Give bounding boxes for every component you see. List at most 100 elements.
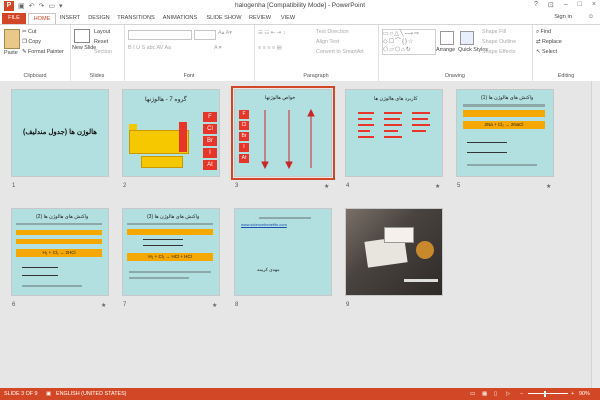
paste-icon[interactable] — [4, 29, 20, 49]
select-button[interactable]: ↖ Select — [536, 49, 557, 55]
font-size-dropdown[interactable] — [194, 30, 216, 40]
periodic-table-group-7 — [179, 122, 187, 152]
shape-outline-button[interactable]: Shape Outline — [482, 39, 516, 45]
font-name-dropdown[interactable] — [128, 30, 192, 40]
ribbon-display-icon[interactable]: ⊡ — [548, 1, 554, 9]
slide-1-title: هالوژن ها (جدول مندلیف) — [23, 129, 97, 136]
tab-animations[interactable]: ANIMATIONS — [161, 13, 199, 24]
tab-slide-show[interactable]: SLIDE SHOW — [206, 13, 242, 24]
slide-thumbnail-7[interactable]: واکنش های هالوژن ها (3) H₂ + Cl₂ → HCl +… — [122, 208, 220, 296]
slide-thumbnail-2[interactable]: گروه 7 - هالوژنها F Cl Br I At — [122, 89, 220, 177]
ribbon: Paste ✂ Cut ❐ Copy ✎ Format Painter Clip… — [0, 24, 600, 82]
tab-view[interactable]: VIEW — [278, 13, 298, 24]
element-box: F — [203, 112, 217, 122]
zoom-out-icon[interactable]: − — [520, 391, 523, 397]
drawing-group-label: Drawing — [445, 73, 465, 79]
align-text-button[interactable]: Align Text — [316, 39, 339, 45]
reset-button[interactable]: Reset — [94, 39, 108, 45]
find-button[interactable]: ⌕ Find — [536, 29, 551, 36]
slide-6-text-line — [22, 285, 82, 287]
element-box: Br — [203, 136, 217, 146]
text-direction-button[interactable]: Text Direction — [316, 29, 349, 35]
slide-5-highlight-bar — [463, 110, 545, 117]
format-painter-button[interactable]: ✎ Format Painter — [22, 49, 64, 55]
slide-7-text-line — [127, 223, 213, 225]
vertical-scrollbar[interactable] — [591, 81, 600, 388]
sign-in-link[interactable]: Sign in — [554, 14, 572, 20]
replace-button[interactable]: ⇄ Replace — [536, 39, 562, 45]
slide-6-equation: H₂ + Cl₂ → 2HCl — [16, 249, 102, 257]
smiley-icon[interactable]: ☺ — [588, 14, 594, 20]
slide-thumbnail-4[interactable]: کاربرد های هالوژن ها — [345, 89, 443, 177]
zoom-slider-thumb[interactable] — [544, 391, 546, 397]
shape-fill-button[interactable]: Shape Fill — [482, 29, 506, 35]
quick-styles-icon[interactable] — [460, 31, 474, 45]
slide-number-8: 8 — [235, 302, 239, 308]
slide-5-text-line — [463, 104, 545, 107]
slide-7-title: واکنش های هالوژن ها (3) — [147, 214, 200, 220]
tab-home[interactable]: HOME — [28, 13, 56, 24]
element-box: I — [203, 148, 217, 158]
font-format-icons[interactable]: B I U S abc AV Aa — [128, 45, 171, 51]
slide-thumbnail-8[interactable]: www.sciencebenefits.com مهدی کریمه — [234, 208, 332, 296]
spelling-icon[interactable]: ▣ — [46, 391, 51, 397]
layout-button[interactable]: Layout — [94, 29, 110, 35]
editing-group-label: Editing — [557, 73, 575, 79]
slide-6-title: واکنش های هالوژن ها (2) — [36, 214, 89, 220]
slideshow-view-icon[interactable]: ▷ — [506, 391, 510, 397]
normal-view-icon[interactable]: ▭ — [470, 391, 475, 397]
editing-group: ⌕ Find ⇄ Replace ↖ Select Editing — [532, 25, 600, 81]
arrange-icon[interactable] — [440, 31, 454, 45]
slide-thumbnail-1[interactable]: هالوژن ها (جدول مندلیف) — [11, 89, 109, 177]
maximize-button[interactable]: □ — [578, 1, 582, 9]
section-button[interactable]: Section — [94, 49, 112, 55]
slide-thumbnail-5[interactable]: واکنش های هالوژن ها (1) 2Na + Cl₂ → 2NaC… — [456, 89, 554, 177]
slide-number-3: 3 — [235, 183, 239, 189]
language-indicator[interactable]: ENGLISH (UNITED STATES) — [56, 391, 126, 397]
slide-thumbnail-3[interactable]: خواص هالوژنها F Cl Br I At — [231, 86, 335, 180]
slide-sorter-view-icon[interactable]: ▦ — [482, 391, 487, 397]
tab-design[interactable]: DESIGN — [86, 13, 112, 24]
new-slide-icon[interactable] — [74, 29, 90, 43]
promo-card — [384, 227, 414, 243]
reading-view-icon[interactable]: ▯ — [494, 391, 497, 397]
tab-insert[interactable]: INSERT — [57, 13, 83, 24]
paste-button[interactable]: Paste — [4, 50, 18, 56]
slide-7-arrow-line — [143, 239, 183, 240]
title-bar: P ▣ ↶ ↷ ▭ ▾ halogenha [Compatibility Mod… — [0, 0, 600, 12]
minimize-button[interactable]: – — [564, 1, 568, 9]
zoom-in-icon[interactable]: + — [571, 391, 574, 397]
slide-6-highlight-bar — [16, 230, 102, 235]
tab-review[interactable]: REVIEW — [247, 13, 273, 24]
grow-font-icon[interactable]: A▴ A▾ — [218, 30, 232, 36]
help-icon[interactable]: ? — [534, 1, 538, 9]
font-color-icon[interactable]: A ▾ — [214, 45, 222, 51]
periodic-table-lanthanides — [141, 156, 183, 168]
logo-badge-icon — [416, 241, 434, 259]
arrange-button[interactable]: Arrange — [436, 47, 455, 53]
shapes-gallery[interactable]: ▭○△╲⟶⇨ ◇☐⌒{}☆ ⬠▱⬡⌂↻ — [382, 29, 436, 55]
tab-transitions[interactable]: TRANSITIONS — [116, 13, 156, 24]
convert-smartart-button[interactable]: Convert to SmartArt — [316, 49, 364, 55]
slide-thumbnail-9[interactable] — [345, 208, 443, 296]
clipboard-group-label: Clipboard — [23, 73, 47, 79]
align-icons[interactable]: ≡ ≡ ≡ ≡ ▤ — [258, 45, 282, 51]
drawing-group: ▭○△╲⟶⇨ ◇☐⌒{}☆ ⬠▱⬡⌂↻ Arrange Quick Styles S… — [378, 25, 533, 81]
slide-6-animation-icon: ★ — [101, 303, 107, 309]
tab-file[interactable]: FILE — [2, 13, 26, 24]
slide-thumbnail-6[interactable]: واکنش های هالوژن ها (2) H₂ + Cl₂ → 2HCl — [11, 208, 109, 296]
new-slide-button[interactable]: New Slide — [72, 45, 96, 51]
close-button[interactable]: × — [592, 1, 596, 9]
element-box: At — [203, 160, 217, 170]
slide-6-arrow-line — [22, 267, 58, 268]
element-box: F — [239, 110, 249, 119]
shape-effects-button[interactable]: Shape Effects — [482, 49, 515, 55]
slide-7-arrow-line — [143, 245, 183, 246]
cut-button[interactable]: ✂ Cut — [22, 29, 36, 35]
window-controls: ? ⊡ – □ × — [534, 1, 596, 9]
zoom-slider[interactable] — [528, 393, 568, 394]
copy-button[interactable]: ❐ Copy — [22, 39, 41, 45]
slide-6-highlight-bar — [16, 239, 102, 244]
zoom-level[interactable]: 90% — [579, 391, 590, 397]
bullets-icons[interactable]: ☰ ☷ ⇤ ⇥ ↕ — [258, 30, 285, 36]
